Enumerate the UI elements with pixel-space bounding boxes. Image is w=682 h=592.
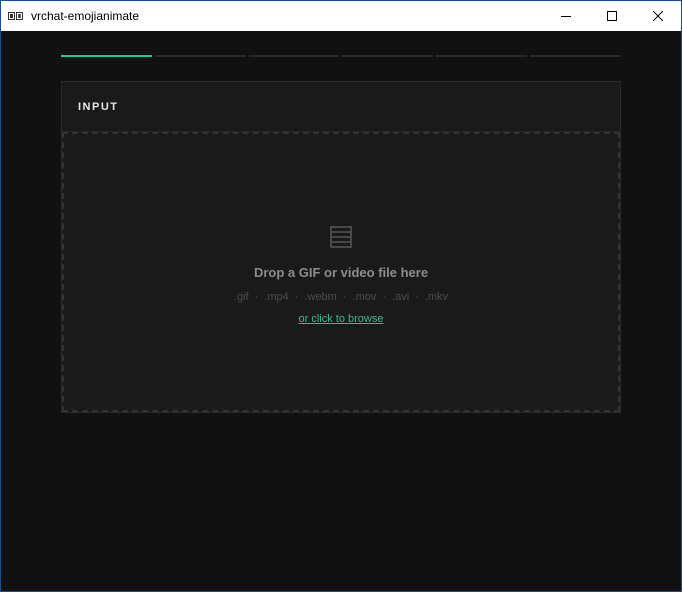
format-separator: · xyxy=(382,290,387,303)
window-title: vrchat-emojianimate xyxy=(31,9,140,23)
panel-title: INPUT xyxy=(78,100,119,113)
maximize-button[interactable] xyxy=(589,1,635,31)
browse-link[interactable]: or click to browse xyxy=(299,313,384,325)
maximize-icon xyxy=(607,11,617,21)
drop-prompt: Drop a GIF or video file here xyxy=(253,264,429,280)
step-segment xyxy=(248,55,340,57)
format-separator: · xyxy=(415,290,419,303)
minimize-button[interactable] xyxy=(543,1,589,31)
format-separator: · xyxy=(294,290,299,303)
step-progress xyxy=(61,55,621,58)
input-panel: INPUT Drop a GIF or video file here .gif… xyxy=(61,81,621,413)
close-button[interactable] xyxy=(635,1,681,31)
minimize-icon xyxy=(561,16,571,17)
step-segment xyxy=(436,55,528,57)
panel-header: INPUT xyxy=(62,82,620,132)
app-icon xyxy=(8,10,24,22)
format-extension: .mkv xyxy=(424,290,449,303)
supported-formats: .gif · .mp4 · .webm · .mov · .avi · .mkv xyxy=(234,291,448,303)
format-extension: .gif xyxy=(233,290,249,303)
format-extension: .mp4 xyxy=(264,290,289,303)
step-segment xyxy=(342,55,434,57)
file-list-icon xyxy=(330,225,352,253)
file-dropzone[interactable]: Drop a GIF or video file here .gif · .mp4 ·… xyxy=(62,132,620,412)
format-extension: .avi xyxy=(392,290,410,303)
title-bar[interactable]: vrchat-emojianimate xyxy=(1,1,681,31)
format-extension: .mov xyxy=(352,290,377,303)
window-controls xyxy=(543,1,681,31)
step-segment xyxy=(154,55,246,57)
format-extension: .webm xyxy=(304,290,337,303)
format-separator: · xyxy=(254,290,259,303)
close-icon xyxy=(653,11,663,21)
step-segment xyxy=(61,55,152,57)
step-segment xyxy=(530,55,621,57)
main-content: INPUT Drop a GIF or video file here .gif… xyxy=(1,31,681,591)
format-separator: · xyxy=(342,290,347,303)
app-window: vrchat-emojianimate INPUT Drop a GIF or … xyxy=(0,0,682,592)
